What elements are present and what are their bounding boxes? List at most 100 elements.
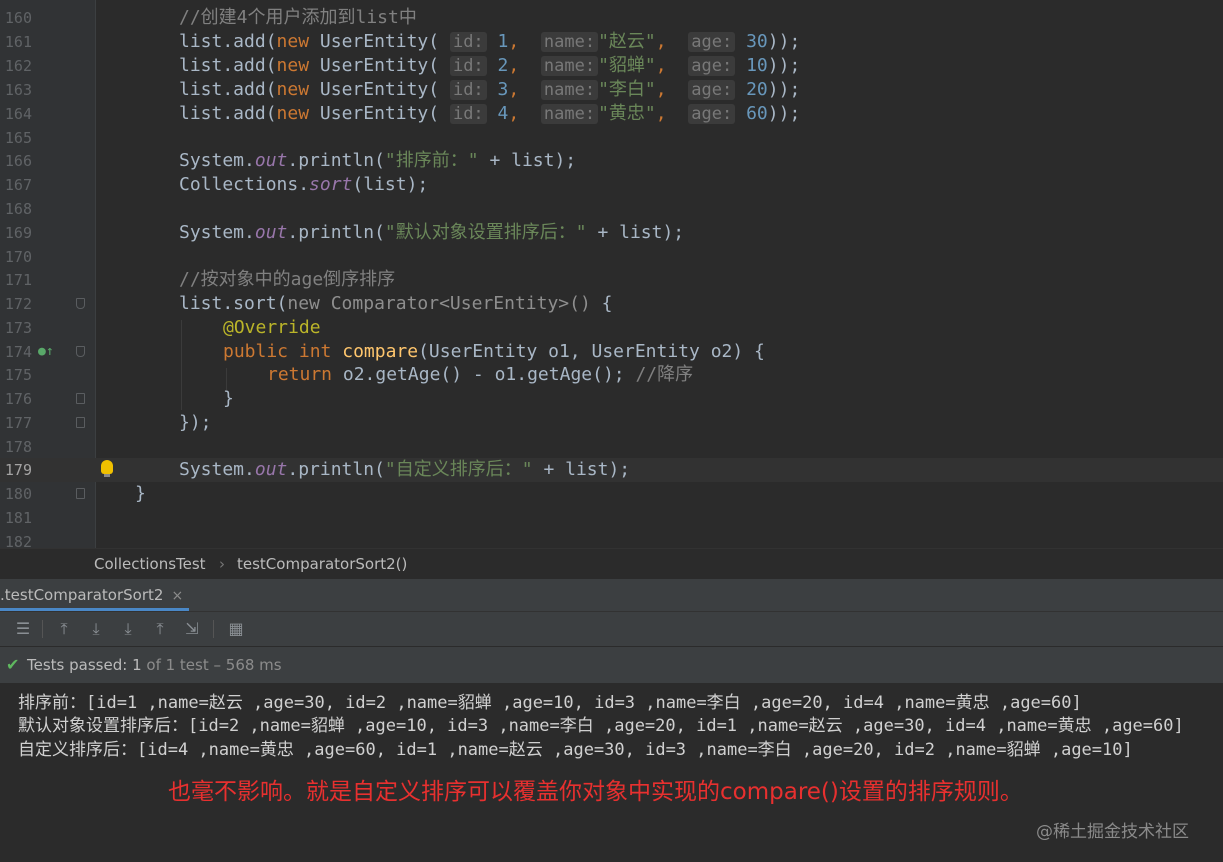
line-number: 164 [4, 105, 32, 123]
code-comment: //按对象中的age倒序排序 [179, 269, 396, 290]
line-number: 174 [4, 343, 32, 361]
console-output[interactable]: 排序前：[id=1 ,name=赵云 ,age=30, id=2 ,name=貂… [0, 684, 1223, 862]
code-text: list.add(new UserEntity( id: 1, name: "赵云… [179, 31, 801, 52]
param-hint: id: [449, 80, 487, 100]
code-text: list.add(new UserEntity( id: 4, name: "黄忠… [179, 103, 801, 124]
param-hint: name: [540, 56, 599, 76]
code-text: public int compare(UserEntity o1, UserEn… [223, 341, 765, 362]
code-line[interactable]: 163 list.add(new UserEntity( id: 3, name… [0, 78, 1223, 102]
code-text: } [135, 483, 146, 504]
lightbulb-icon[interactable] [101, 460, 113, 477]
code-line[interactable]: 166 System.out.println("排序前：" + list); [0, 149, 1223, 173]
export-icon[interactable]: ⇲ [183, 620, 201, 638]
fold-end-icon[interactable] [76, 417, 85, 428]
watermark: @稀土掘金技术社区 [1036, 822, 1189, 842]
code-line[interactable]: 162 list.add(new UserEntity( id: 2, name… [0, 54, 1223, 78]
sort-duration-icon[interactable]: ⤓ [119, 620, 137, 638]
param-hint: id: [449, 56, 487, 76]
code-line[interactable]: 175 return o2.getAge() - o1.getAge(); //… [0, 363, 1223, 387]
code-editor[interactable]: 160 //创建4个用户添加到list中 161 list.add(new Us… [0, 0, 1223, 548]
breadcrumb-class[interactable]: CollectionsTest [94, 555, 206, 573]
code-line[interactable]: 178 [0, 435, 1223, 459]
code-comment: //创建4个用户添加到list中 [179, 7, 417, 28]
code-line[interactable]: 161 list.add(new UserEntity( id: 1, name… [0, 30, 1223, 54]
breadcrumb-method[interactable]: testComparatorSort2() [237, 555, 407, 573]
param-hint: age: [688, 56, 736, 76]
param-hint: age: [688, 104, 736, 124]
param-hint: age: [688, 80, 736, 100]
test-toolbar: ☰ ⤒ ⤓ ⤓ ⤒ ⇲ ▦ [0, 612, 1223, 647]
line-number: 172 [4, 295, 32, 313]
param-hint: age: [688, 32, 736, 52]
fold-toggle-icon[interactable] [76, 346, 85, 357]
rerun-icon[interactable]: ☰ [14, 620, 32, 638]
code-text: list.add(new UserEntity( id: 2, name: "貂蝉… [179, 55, 801, 76]
line-number: 180 [4, 485, 32, 503]
code-text: System.out.println("排序前：" + list); [179, 150, 577, 171]
close-icon[interactable]: × [171, 588, 183, 604]
line-number: 176 [4, 390, 32, 408]
line-number: 173 [4, 319, 32, 337]
code-annotation: @Override [223, 317, 321, 338]
test-status-text: Tests passed: 1 of 1 test – 568 ms [27, 656, 282, 674]
toolbar-divider [213, 620, 214, 638]
param-hint: id: [449, 32, 487, 52]
fold-toggle-icon[interactable] [76, 298, 85, 309]
line-number: 165 [4, 129, 32, 147]
code-line[interactable]: 173 @Override [0, 316, 1223, 340]
red-annotation-text: 也毫不影响。就是自定义排序可以覆盖你对象中实现的compare()设置的排序规则… [168, 779, 1023, 805]
line-number: 166 [4, 152, 32, 170]
code-line[interactable]: 174 ●↑ public int compare(UserEntity o1,… [0, 340, 1223, 364]
line-number: 179 [4, 461, 32, 479]
line-number: 178 [4, 438, 32, 456]
console-line: 自定义排序后：[id=4 ,name=黄忠 ,age=60, id=1 ,nam… [18, 740, 1133, 760]
code-line[interactable]: 165 [0, 126, 1223, 150]
param-hint: id: [449, 104, 487, 124]
param-hint: name: [540, 80, 599, 100]
code-text: } [223, 388, 234, 409]
code-text: }); [179, 412, 212, 433]
code-text: Collections.sort(list); [179, 174, 429, 195]
code-text: return o2.getAge() - o1.getAge(); //降序 [267, 364, 694, 385]
line-number: 181 [4, 509, 32, 527]
toggle-passed-icon[interactable]: ⤒ [55, 620, 73, 638]
code-line[interactable]: 169 System.out.println("默认对象设置排序后：" + li… [0, 221, 1223, 245]
code-line[interactable]: 160 //创建4个用户添加到list中 [0, 6, 1223, 30]
line-number: 161 [4, 33, 32, 51]
tab-test-run[interactable]: .testComparatorSort2 × [0, 579, 190, 611]
line-number: 160 [4, 9, 32, 27]
check-icon: ✔ [6, 655, 20, 674]
settings-icon[interactable]: ▦ [227, 620, 245, 638]
breadcrumb-separator: › [219, 555, 225, 573]
code-line[interactable]: 171 //按对象中的age倒序排序 [0, 268, 1223, 292]
code-line[interactable]: 176 } [0, 387, 1223, 411]
console-line: 排序前：[id=1 ,name=赵云 ,age=30, id=2 ,name=貂… [18, 693, 1082, 713]
toolbar-divider [42, 620, 43, 638]
import-icon[interactable]: ⤒ [151, 620, 169, 638]
code-line[interactable]: 172 list.sort(new Comparator<UserEntity>… [0, 292, 1223, 316]
fold-end-icon[interactable] [76, 488, 85, 499]
code-line[interactable]: 182 [0, 530, 1223, 548]
param-hint: name: [540, 104, 599, 124]
test-status-bar: ✔ Tests passed: 1 of 1 test – 568 ms [0, 647, 1223, 684]
implements-method-icon[interactable]: ●↑ [38, 344, 54, 359]
code-line[interactable]: 170 [0, 245, 1223, 269]
code-line-current[interactable]: 179 System.out.println("自定义排序后：" + list)… [0, 458, 1223, 482]
fold-end-icon[interactable] [76, 393, 85, 404]
breadcrumb: CollectionsTest › testComparatorSort2() [0, 548, 1223, 579]
sort-alpha-icon[interactable]: ⤓ [87, 620, 105, 638]
line-number: 162 [4, 57, 32, 75]
line-number: 169 [4, 224, 32, 242]
line-number: 170 [4, 248, 32, 266]
code-text: list.sort(new Comparator<UserEntity>() { [179, 293, 613, 314]
run-tab-bar: .testComparatorSort2 × [0, 579, 1223, 612]
code-line[interactable]: 168 [0, 197, 1223, 221]
line-number: 175 [4, 366, 32, 384]
code-line[interactable]: 164 list.add(new UserEntity( id: 4, name… [0, 102, 1223, 126]
line-number: 163 [4, 81, 32, 99]
code-line[interactable]: 181 [0, 506, 1223, 530]
code-line[interactable]: 180 } [0, 482, 1223, 506]
code-line[interactable]: 167 Collections.sort(list); [0, 173, 1223, 197]
code-line[interactable]: 177 }); [0, 411, 1223, 435]
line-number: 177 [4, 414, 32, 432]
